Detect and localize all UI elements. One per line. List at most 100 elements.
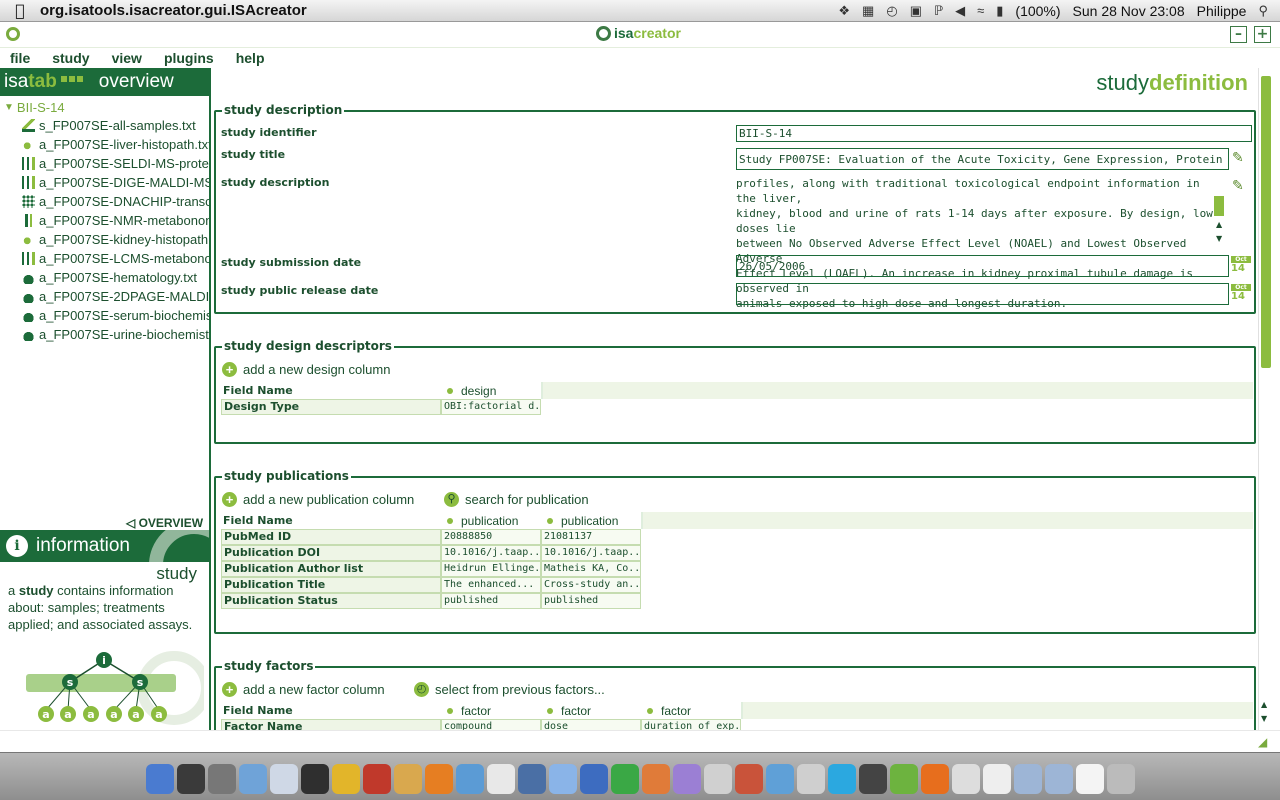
add-design-column-button[interactable]: + add a new design column [222,362,390,377]
overview-link[interactable]: ◁ OVERVIEW [126,516,203,530]
tree-item[interactable]: a_FP007SE-liver-histopath.txt [0,135,209,154]
calendar-icon[interactable]: Oct 14 [1231,256,1251,278]
table-cell[interactable]: 10.1016/j.taap.... [541,545,641,561]
scroll-down-arrow-icon[interactable]: ▼ [1216,234,1222,243]
minimize-button[interactable]: – [1230,26,1247,43]
table-cell[interactable]: duration of exp... [641,719,741,730]
menu-plugins[interactable]: plugins [164,50,214,66]
battery-icon[interactable]: ▮ [996,3,1003,19]
tree-item[interactable]: a_FP007SE-serum-biochemistry.txt [0,306,209,325]
bluetooth-icon[interactable]: ℙ [934,3,943,19]
table-cell[interactable]: dose [541,719,641,730]
skype-icon[interactable] [827,764,856,794]
table-cell[interactable]: compound [441,719,541,730]
table-cell[interactable]: Cross-study an... [541,577,641,593]
calendar-app-icon[interactable] [486,764,515,794]
tree-item[interactable]: a_FP007SE-LCMS-metabonomics.txt [0,249,209,268]
column-header[interactable]: factor [541,704,641,718]
column-header[interactable]: publication [541,514,641,528]
app-icon[interactable] [517,764,546,794]
apple-menu-icon[interactable]:  [0,1,40,20]
scrollbar-thumb[interactable] [1261,76,1271,368]
table-cell[interactable]: 21081137 [541,529,641,545]
wifi-icon[interactable]: ≈ [977,3,984,18]
app-icon[interactable] [672,764,701,794]
dropbox-icon[interactable]: ❖ [838,3,850,19]
dashboard-icon[interactable] [176,764,205,794]
chrome-icon[interactable] [331,764,360,794]
resize-grip-icon[interactable]: ◢ [1258,735,1267,749]
tree-item[interactable]: a_FP007SE-NMR-metabonomics.txt [0,211,209,230]
app-icon[interactable] [982,764,1011,794]
add-publication-column-button[interactable]: + add a new publication column [222,492,414,507]
display-icon[interactable]: ▣ [910,3,922,19]
user-name[interactable]: Philippe [1197,3,1247,19]
excel-icon[interactable] [610,764,639,794]
system-preferences-icon[interactable] [207,764,236,794]
edit-pencil-icon[interactable]: ✎ [1232,178,1248,194]
table-cell[interactable]: The enhanced... [441,577,541,593]
spotlight-search-icon[interactable]: ⚲ [1258,3,1268,19]
app-icon[interactable] [858,764,887,794]
submission-date-field[interactable]: 26/05/2006 [736,255,1229,277]
trash-icon[interactable] [1106,764,1135,794]
address-book-icon[interactable] [393,764,422,794]
scroll-down-arrow-icon[interactable]: ▼ [1261,714,1267,723]
camera-icon[interactable] [300,764,329,794]
app-icon[interactable] [703,764,732,794]
table-cell[interactable]: published [541,593,641,609]
document-icon[interactable] [1075,764,1104,794]
app-icon[interactable] [951,764,980,794]
documents-folder-icon[interactable] [1044,764,1073,794]
table-cell[interactable]: OBI:factorial d... [441,399,541,415]
study-title-field[interactable]: Study FP007SE: Evaluation of the Acute T… [736,148,1229,170]
menu-view[interactable]: view [112,50,142,66]
add-factor-column-button[interactable]: + add a new factor column [222,682,385,697]
word-icon[interactable] [579,764,608,794]
expand-chevron-icon[interactable]: ▼ [4,102,14,113]
menu-help[interactable]: help [236,50,265,66]
scroll-up-arrow-icon[interactable]: ▲ [1216,220,1222,229]
itunes-icon[interactable] [548,764,577,794]
table-cell[interactable]: published [441,593,541,609]
tree-item[interactable]: a_FP007SE-hematology.txt [0,268,209,287]
edit-pencil-icon[interactable]: ✎ [1232,150,1248,166]
tree-item[interactable]: a_FP007SE-SELDI-MS-proteomics.txt [0,154,209,173]
tree-item[interactable]: a_FP007SE-kidney-histopath.txt [0,230,209,249]
time-machine-icon[interactable]: ◴ [886,3,897,19]
tree-root-study[interactable]: ▼ BII-S-14 [0,98,209,116]
app-icon[interactable] [424,764,453,794]
menu-study[interactable]: study [52,50,89,66]
tree-item[interactable]: a_FP007SE-urine-biochemistry.txt [0,325,209,344]
column-header[interactable]: design [441,384,541,398]
applications-folder-icon[interactable] [1013,764,1042,794]
search-publication-button[interactable]: ⚲ search for publication [444,492,589,507]
main-vertical-scrollbar[interactable]: ▲ ▼ [1258,68,1272,730]
mail-icon[interactable] [269,764,298,794]
volume-icon[interactable]: ◀ [955,3,965,19]
app-icon[interactable] [734,764,763,794]
column-header[interactable]: factor [641,704,741,718]
maximize-button[interactable]: + [1254,26,1271,43]
tree-item[interactable]: a_FP007SE-DNACHIP-transcriptome.txt [0,192,209,211]
column-header[interactable]: factor [441,704,541,718]
tree-item[interactable]: a_FP007SE-2DPAGE-MALDI-MS.txt [0,287,209,306]
app-icon[interactable] [796,764,825,794]
scroll-up-arrow-icon[interactable]: ▲ [1261,700,1267,709]
column-header[interactable]: publication [441,514,541,528]
menu-file[interactable]: file [10,50,30,66]
description-scroll-thumb[interactable] [1214,196,1224,216]
spaces-icon[interactable]: ▦ [862,3,874,19]
finder-icon[interactable] [145,764,174,794]
preview-icon[interactable] [238,764,267,794]
app-icon[interactable] [765,764,794,794]
release-date-field[interactable] [736,283,1229,305]
table-cell[interactable]: 10.1016/j.taap.... [441,545,541,561]
calendar-icon[interactable]: Oct 14 [1231,284,1251,306]
tree-item[interactable]: s_FP007SE-all-samples.txt [0,116,209,135]
clock[interactable]: Sun 28 Nov 23:08 [1073,3,1185,19]
powerpoint-icon[interactable] [641,764,670,794]
app-icon[interactable] [362,764,391,794]
app-name-menu[interactable]: org.isatools.isacreator.gui.ISAcreator [40,2,307,19]
safari-icon[interactable] [455,764,484,794]
